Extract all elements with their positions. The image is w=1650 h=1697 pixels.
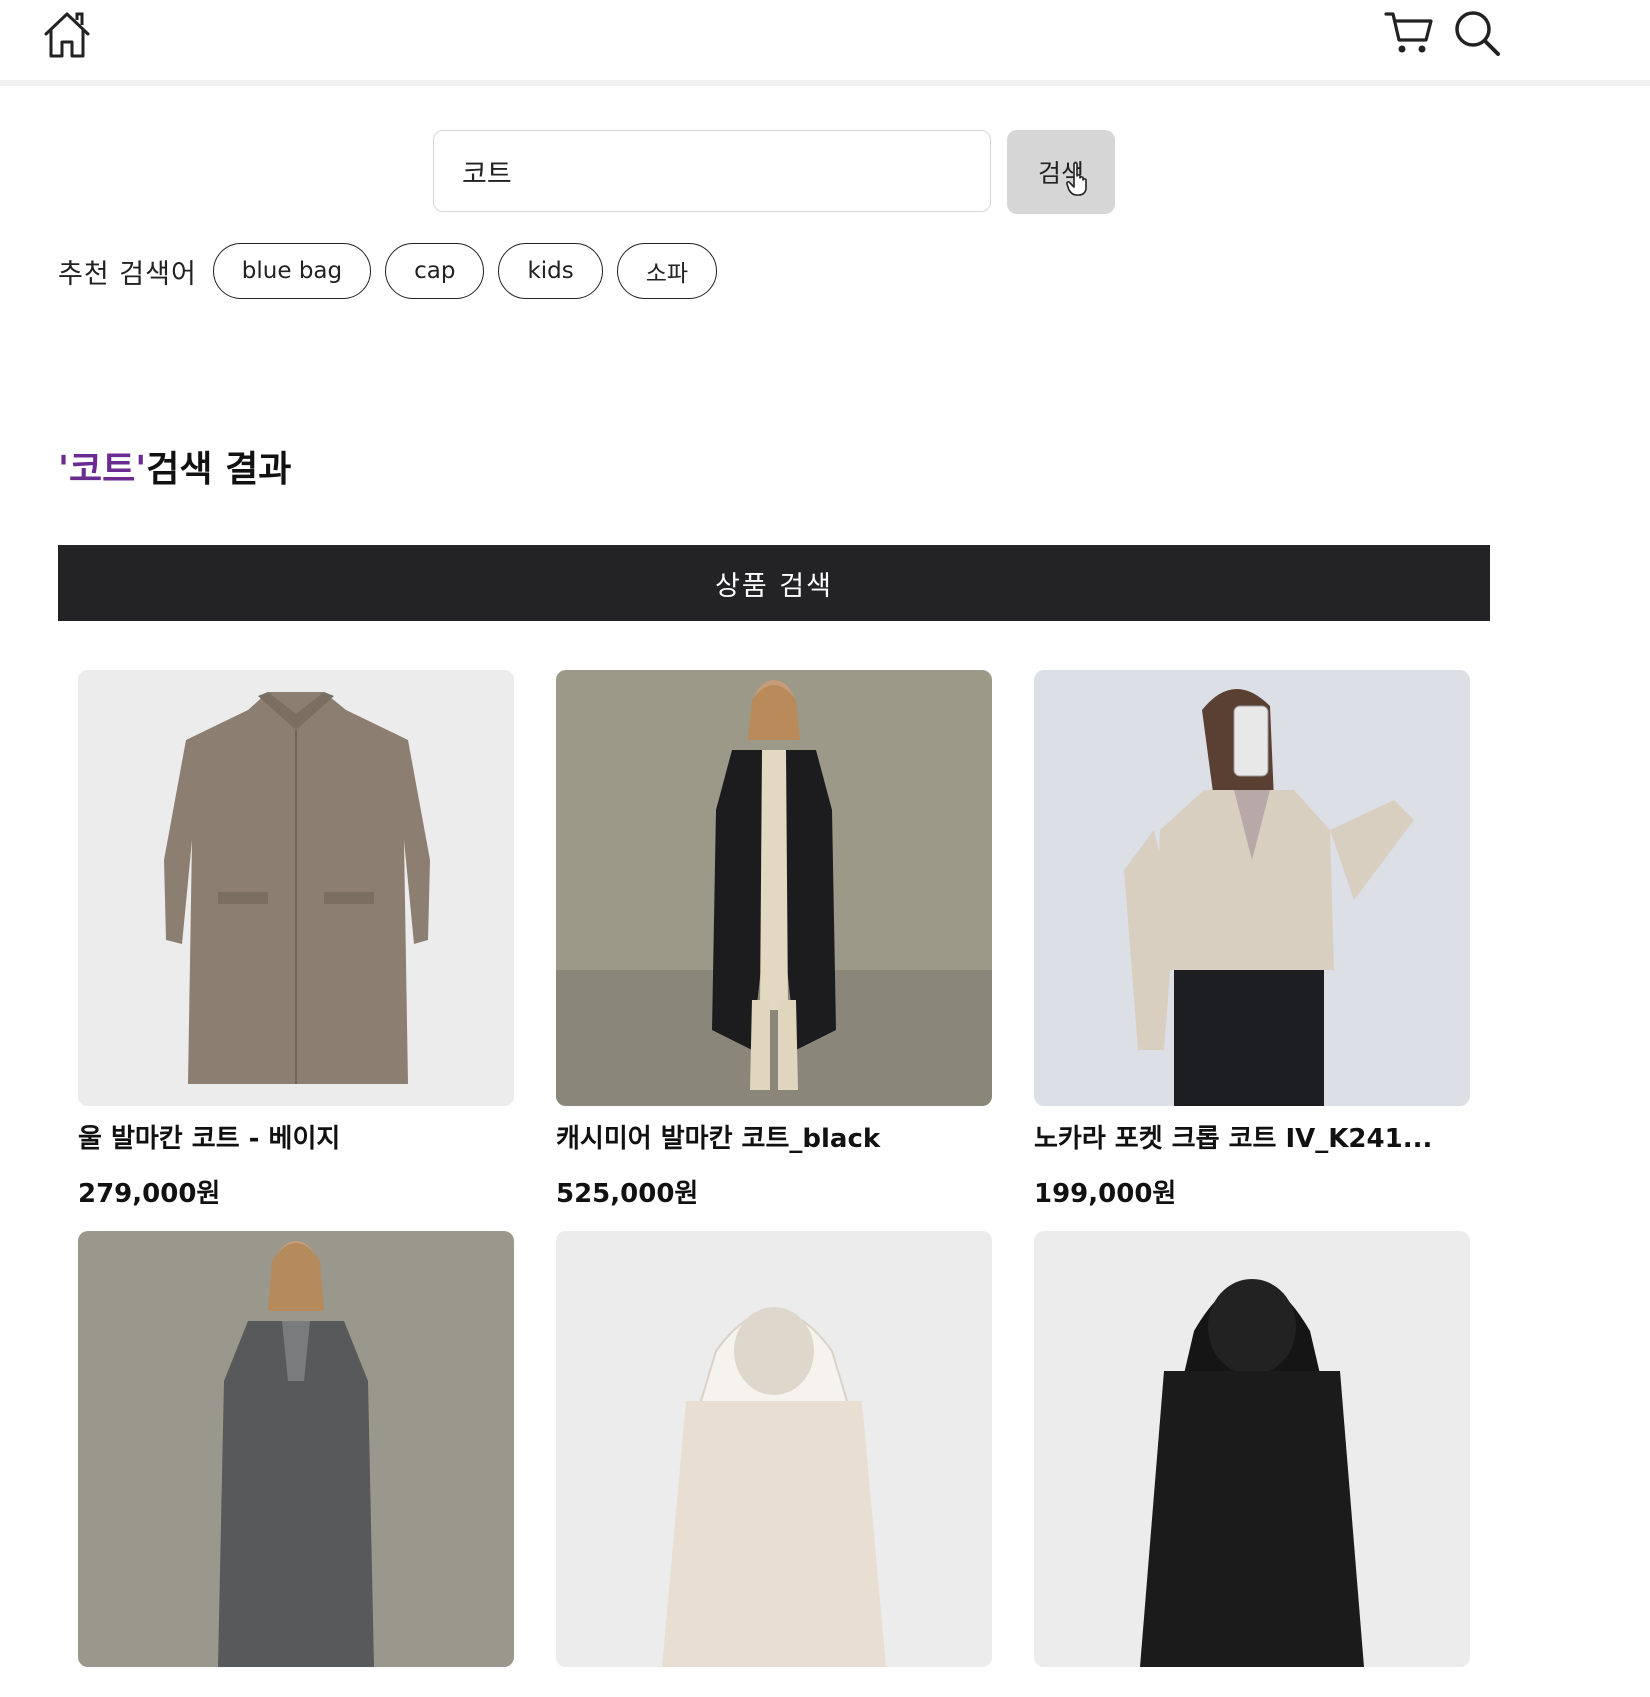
- product-image[interactable]: [556, 670, 992, 1106]
- result-title: '코트'검색 결과: [58, 440, 291, 492]
- recommended-label: 추천 검색어: [58, 258, 197, 290]
- product-name[interactable]: 울 발마칸 코트 - 베이지: [78, 1118, 514, 1155]
- product-price: 279,000원: [78, 1179, 221, 1209]
- keyword-chip[interactable]: kids: [498, 243, 603, 299]
- tab-label: 상품 검색: [715, 570, 833, 602]
- product-card[interactable]: 울 발마칸 코트 - 베이지 279,000원: [78, 670, 514, 1210]
- keyword-chip[interactable]: cap: [385, 243, 485, 299]
- product-card[interactable]: [1034, 1231, 1470, 1697]
- product-price: 199,000원: [1034, 1179, 1177, 1209]
- cart-icon[interactable]: [1384, 10, 1434, 56]
- top-header: [0, 0, 1650, 86]
- product-image[interactable]: [1034, 1231, 1470, 1667]
- product-image[interactable]: [78, 1231, 514, 1667]
- recommended-keywords: 추천 검색어 blue bag cap kids 소파: [58, 242, 731, 300]
- tab-product-search[interactable]: 상품 검색: [58, 545, 1490, 621]
- result-keyword: '코트': [58, 449, 147, 490]
- product-card[interactable]: [78, 1231, 514, 1697]
- product-image[interactable]: [78, 670, 514, 1106]
- product-price: 525,000원: [556, 1179, 699, 1209]
- product-card[interactable]: [556, 1231, 992, 1697]
- keyword-chip[interactable]: 소파: [616, 243, 718, 299]
- search-button[interactable]: 검색: [1007, 130, 1115, 214]
- product-name[interactable]: 노카라 포켓 크롭 코트 IV_K241...: [1034, 1118, 1470, 1155]
- product-name[interactable]: 캐시미어 발마칸 코트_black: [556, 1118, 992, 1155]
- keyword-chip[interactable]: blue bag: [212, 243, 372, 299]
- home-icon[interactable]: [40, 8, 94, 62]
- product-card[interactable]: 노카라 포켓 크롭 코트 IV_K241... 199,000원: [1034, 670, 1470, 1210]
- search-input[interactable]: [433, 130, 991, 212]
- product-card[interactable]: 캐시미어 발마칸 코트_black 525,000원: [556, 670, 992, 1210]
- search-icon[interactable]: [1452, 8, 1502, 58]
- product-image[interactable]: [1034, 670, 1470, 1106]
- product-image[interactable]: [556, 1231, 992, 1667]
- result-title-suffix: 검색 결과: [146, 449, 292, 490]
